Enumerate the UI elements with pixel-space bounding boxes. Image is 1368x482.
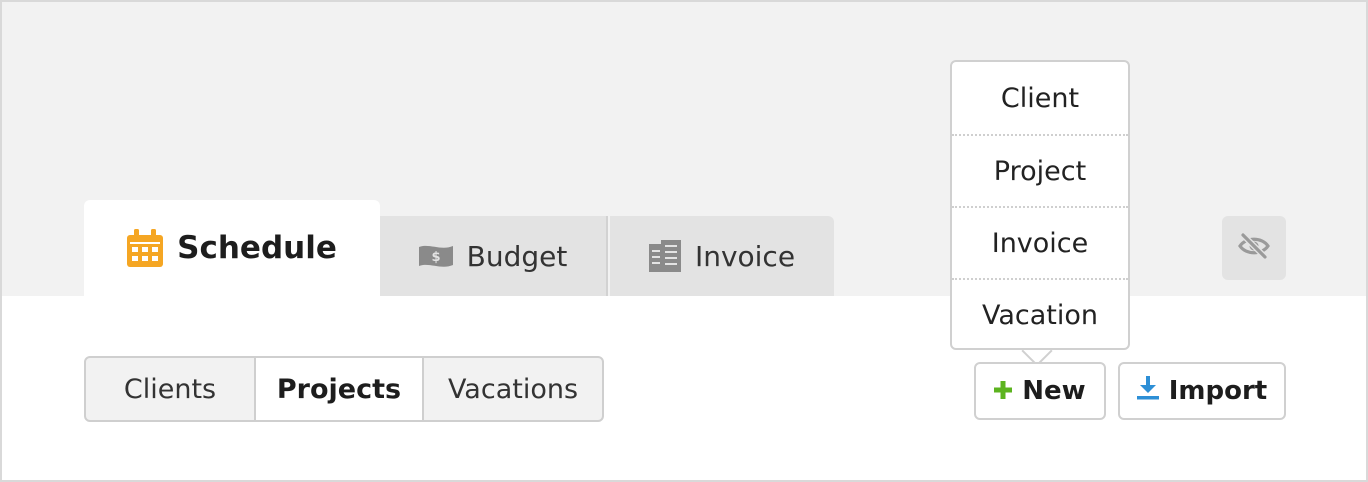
import-button[interactable]: Import: [1118, 362, 1286, 420]
document-icon: [648, 240, 681, 272]
segment-projects[interactable]: Projects: [254, 358, 422, 420]
tab-invoice-label: Invoice: [694, 239, 796, 273]
menu-item-client[interactable]: Client: [952, 62, 1128, 134]
money-icon: $: [418, 243, 453, 269]
segment-clients[interactable]: Clients: [86, 358, 254, 420]
download-icon: [1136, 375, 1159, 407]
calendar-icon: [127, 229, 164, 267]
toggle-visibility-button[interactable]: [1222, 216, 1286, 280]
tab-schedule-label: Schedule: [177, 230, 337, 266]
tab-invoice[interactable]: Invoice: [610, 216, 834, 296]
new-button[interactable]: New: [974, 362, 1106, 420]
view-segmented-control: Clients Projects Vacations: [84, 356, 604, 422]
new-button-label: New: [1022, 376, 1086, 406]
tab-budget-label: Budget: [466, 239, 568, 273]
new-menu-popover: Client Project Invoice Vacation: [950, 60, 1130, 350]
import-button-label: Import: [1168, 376, 1268, 406]
plus-icon: [994, 376, 1013, 406]
tab-schedule[interactable]: Schedule: [84, 200, 380, 296]
tab-budget[interactable]: $ Budget: [380, 216, 608, 296]
eye-slash-icon: [1238, 232, 1270, 264]
svg-text:$: $: [431, 250, 440, 265]
menu-item-project[interactable]: Project: [952, 134, 1128, 206]
menu-item-invoice[interactable]: Invoice: [952, 206, 1128, 278]
menu-item-vacation[interactable]: Vacation: [952, 278, 1128, 350]
segment-vacations[interactable]: Vacations: [422, 358, 602, 420]
app-frame: Schedule $ Budget Invoice Clients Projec…: [0, 0, 1368, 482]
